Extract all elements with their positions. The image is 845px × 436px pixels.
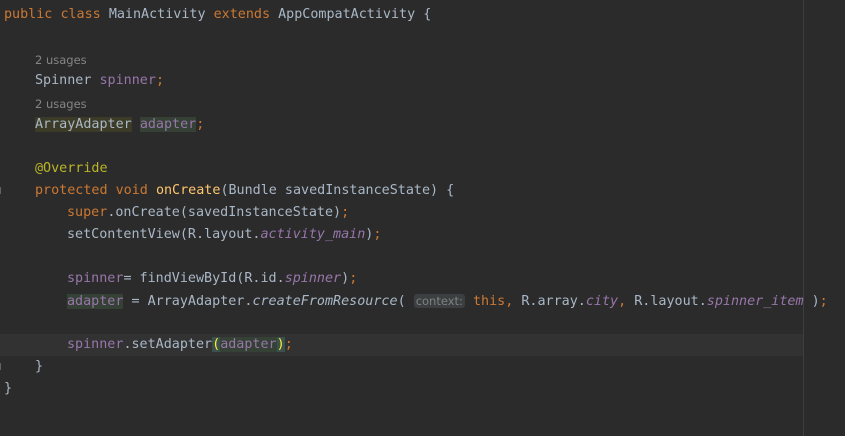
field: adapter: [220, 337, 277, 352]
semicolon: ;: [373, 227, 382, 242]
code-line-adapter-field[interactable]: ArrayAdapter adapter;: [35, 114, 204, 136]
parameter-hint: context:: [413, 294, 465, 308]
code-line-setcontentview[interactable]: setContentView(R.layout.activity_main);: [67, 224, 381, 246]
ref: R.layout.: [626, 294, 707, 309]
call: .setAdapter: [123, 337, 213, 352]
code-line-setadapter[interactable]: spinner.setAdapter(adapter);: [67, 334, 293, 356]
code-line-method-close[interactable]: }: [35, 356, 43, 378]
semicolon: ;: [196, 117, 205, 132]
call: setContentView(R.layout.: [67, 227, 261, 242]
keyword: this: [472, 294, 506, 309]
paren: (: [397, 294, 406, 309]
keyword: protected: [35, 183, 108, 198]
fold-marker-icon[interactable]: [0, 187, 4, 194]
method-name: createFromResource: [252, 294, 398, 309]
code-line-super[interactable]: super.onCreate(savedInstanceState);: [67, 202, 349, 224]
field: spinner: [99, 73, 156, 88]
call: .onCreate(savedInstanceState): [107, 205, 342, 220]
field: adapter: [139, 117, 197, 132]
paren-match: (: [212, 337, 221, 352]
brace: }: [4, 381, 13, 396]
keyword: extends: [213, 7, 271, 22]
semicolon: ;: [284, 337, 293, 352]
keyword: super: [67, 205, 108, 220]
annotation: @Override: [35, 161, 108, 176]
semicolon: ;: [341, 205, 350, 220]
code-line-spinner-field[interactable]: Spinner spinner;: [35, 70, 164, 92]
brace: {: [423, 7, 432, 22]
keyword: public: [4, 7, 53, 22]
class-name: MainActivity: [108, 7, 206, 22]
ref: R.array.: [513, 294, 586, 309]
field: adapter: [67, 294, 124, 309]
keyword: class: [60, 7, 101, 22]
type: Spinner: [35, 73, 92, 88]
call: = findViewById(R.id.: [123, 271, 285, 286]
usages-hint[interactable]: 2 usages: [35, 49, 87, 71]
params: (Bundle savedInstanceState) {: [220, 183, 455, 198]
code-line-class-close[interactable]: }: [4, 378, 12, 400]
code-line-findviewbyid[interactable]: spinner= findViewById(R.id.spinner);: [67, 268, 357, 290]
right-margin-guide: [803, 0, 804, 436]
code-line-annotation[interactable]: @Override: [35, 158, 108, 180]
keyword: void: [115, 183, 148, 198]
method-name: onCreate: [155, 183, 221, 198]
code-line-class-decl[interactable]: public class MainActivity extends AppCom…: [4, 4, 431, 26]
field: activity_main: [260, 227, 366, 242]
semicolon: ;: [349, 271, 358, 286]
fold-marker-icon[interactable]: [0, 363, 4, 370]
paren: ): [341, 271, 350, 286]
code-editor[interactable]: public class MainActivity extends AppCom…: [0, 0, 845, 436]
field: spinner: [67, 337, 124, 352]
field: spinner_item: [706, 294, 804, 309]
brace: }: [35, 359, 44, 374]
code-line-createfromresource[interactable]: adapter = ArrayAdapter.createFromResourc…: [67, 290, 828, 312]
field: spinner: [67, 271, 124, 286]
paren-match: ): [276, 337, 285, 352]
field: city: [585, 294, 619, 309]
comma: ,: [618, 294, 627, 309]
call: = ArrayAdapter.: [123, 294, 253, 309]
type: ArrayAdapter: [35, 117, 132, 132]
parent-class: AppCompatActivity: [278, 7, 416, 22]
paren: ): [803, 294, 820, 309]
usages-hint[interactable]: 2 usages: [35, 93, 87, 115]
semicolon: ;: [819, 294, 828, 309]
field: spinner: [284, 271, 342, 286]
semicolon: ;: [155, 73, 164, 88]
code-line-oncreate-decl[interactable]: protected void onCreate(Bundle savedInst…: [35, 180, 454, 202]
